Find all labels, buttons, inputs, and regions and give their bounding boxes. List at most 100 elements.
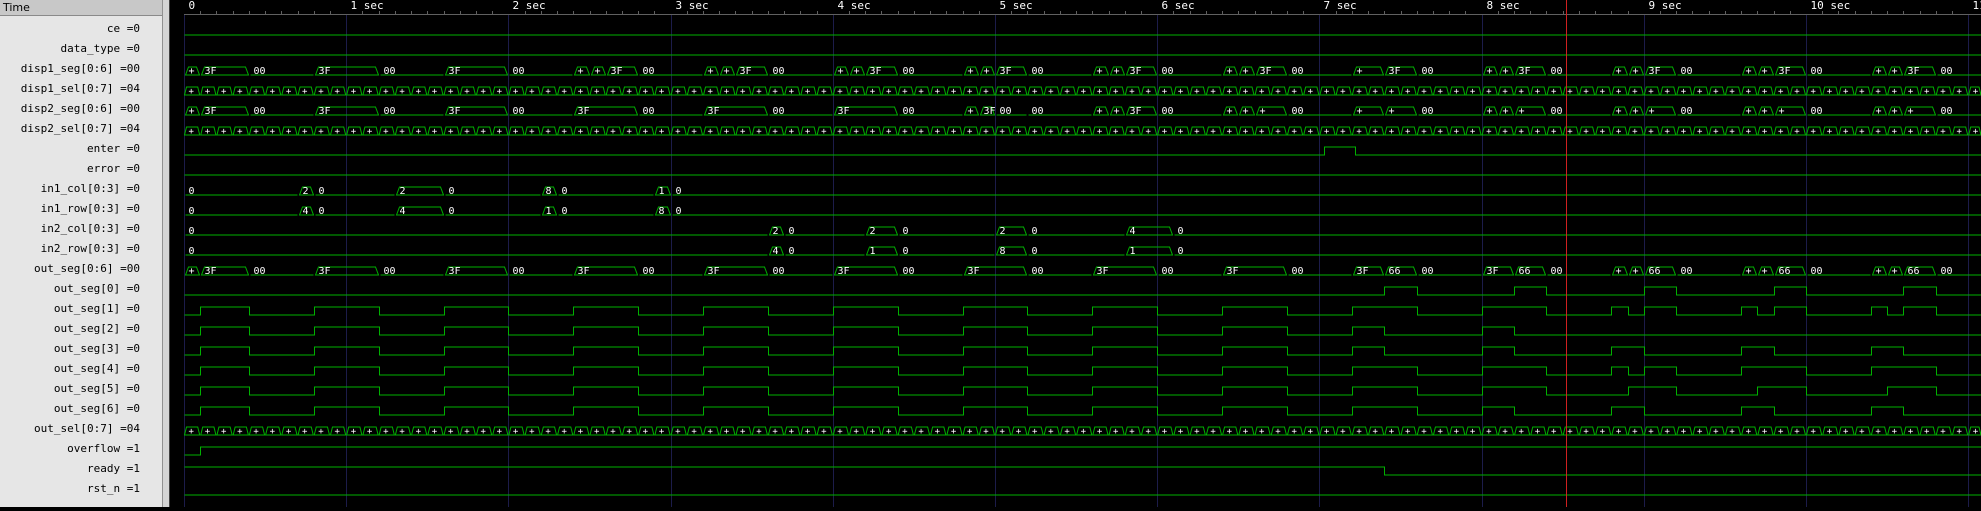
bus-value-label: + — [1243, 87, 1249, 97]
signal-name[interactable]: out_seg[5] =0 — [0, 381, 140, 397]
signal-name[interactable]: out_seg[0:6] =00 — [0, 261, 140, 277]
bus-value-label: + — [302, 427, 308, 437]
bus-value-label: + — [1632, 87, 1638, 97]
signal-name[interactable]: data_type =0 — [0, 41, 140, 57]
waveform-pane[interactable]: 01 sec2 sec3 sec4 sec5 sec6 sec7 sec8 se… — [184, 0, 1981, 507]
bus-value-label: + — [1551, 127, 1557, 137]
signal-name[interactable]: in1_row[0:3] =0 — [0, 201, 140, 217]
bus-value-label: + — [1875, 87, 1881, 97]
bus-value-label: + — [1665, 427, 1671, 437]
bus-value-label: + — [772, 127, 778, 137]
bus-value-label: + — [1291, 87, 1297, 97]
signal-name[interactable]: enter =0 — [0, 141, 140, 157]
signal-name[interactable]: out_seg[0] =0 — [0, 281, 140, 297]
bus-value-label: 3F — [838, 266, 850, 277]
bus-value-label: 00 — [1551, 266, 1563, 277]
waveform-canvas[interactable]: 01 sec2 sec3 sec4 sec5 sec6 sec7 sec8 se… — [184, 0, 1981, 507]
signal-name[interactable]: overflow =1 — [0, 441, 140, 457]
bus-value-label: + — [1000, 127, 1006, 137]
bus-value-label: + — [1778, 87, 1784, 97]
bus-value-label: + — [1340, 87, 1346, 97]
signal-name[interactable]: out_seg[6] =0 — [0, 401, 140, 417]
bus-value-label: + — [1665, 87, 1671, 97]
bus-value-label: + — [1762, 106, 1768, 117]
bus-value-label: 0 — [789, 226, 795, 237]
bus-value-label: + — [1746, 266, 1752, 277]
bus-value-label: + — [1746, 106, 1752, 117]
signal-name[interactable]: ready =1 — [0, 461, 140, 477]
bus-value-label: 00 — [1162, 266, 1174, 277]
bus-value-label: + — [1373, 127, 1379, 137]
signal-name[interactable]: out_seg[3] =0 — [0, 341, 140, 357]
bus-value-label: + — [1194, 127, 1200, 137]
bus-value-label: + — [837, 87, 843, 97]
bus-value-label: + — [756, 87, 762, 97]
bus-value-label: + — [383, 127, 389, 137]
signal-name[interactable]: out_seg[2] =0 — [0, 321, 140, 337]
bus-value-label: + — [1178, 127, 1184, 137]
signal-name[interactable]: in1_col[0:3] =0 — [0, 181, 140, 197]
bus-value-label: + — [1665, 127, 1671, 137]
bus-value-label: + — [854, 427, 860, 437]
bus-value-label: + — [1616, 66, 1622, 77]
bus-value-label: + — [513, 87, 519, 97]
bus-value-label: + — [497, 127, 503, 137]
signal-name[interactable]: in2_row[0:3] =0 — [0, 241, 140, 257]
bus-value-label: + — [432, 127, 438, 137]
bus-value-label: + — [1535, 427, 1541, 437]
pane-splitter[interactable] — [162, 0, 170, 507]
bus-value-label: + — [1162, 87, 1168, 97]
signal-name[interactable]: error =0 — [0, 161, 140, 177]
bus-value-label: + — [1000, 427, 1006, 437]
bus-value-label: + — [1681, 127, 1687, 137]
bus-value-label: + — [886, 87, 892, 97]
bus-value-label: + — [1357, 66, 1363, 77]
bus-value-label: 66 — [1649, 266, 1661, 277]
bus-value-label: + — [1616, 127, 1622, 137]
bus-value-label: 2 — [773, 226, 779, 237]
bus-value-label: + — [1729, 427, 1735, 437]
signal-name[interactable]: out_sel[0:7] =04 — [0, 421, 140, 437]
bus-value-label: + — [1227, 127, 1233, 137]
bus-value-label: + — [1114, 66, 1120, 77]
bus-value-label: + — [383, 87, 389, 97]
bus-value-label: + — [1032, 127, 1038, 137]
bus-value-label: + — [805, 127, 811, 137]
bus-value-label: 00 — [903, 66, 915, 77]
signal-name[interactable]: out_seg[1] =0 — [0, 301, 140, 317]
waveform-trace — [185, 147, 1981, 155]
signal-name[interactable]: in2_col[0:3] =0 — [0, 221, 140, 237]
bus-value-label: 1 — [546, 206, 552, 217]
time-tick-label: 8 sec — [1487, 0, 1520, 12]
bus-value-label: + — [253, 127, 259, 137]
bus-value-label: + — [1956, 87, 1962, 97]
bus-value-label: + — [595, 66, 601, 77]
bus-value-label: 3F — [1130, 66, 1142, 77]
bus-value-label: 00 — [643, 66, 655, 77]
bus-value-label: + — [691, 127, 697, 137]
bus-value-label: 00 — [384, 106, 396, 117]
bus-value-label: + — [1616, 266, 1622, 277]
bus-value-label: + — [1016, 127, 1022, 137]
time-tick-label: 9 sec — [1649, 0, 1682, 12]
bus-value-label: 00 — [1811, 66, 1823, 77]
bus-value-label: 00 — [1681, 266, 1693, 277]
bus-value-label: 00 — [513, 106, 525, 117]
bus-value-label: + — [416, 127, 422, 137]
bus-value-label: + — [626, 87, 632, 97]
bus-value-label: 3F — [1227, 266, 1239, 277]
bus-value-label: + — [1259, 127, 1265, 137]
signal-name[interactable]: disp1_sel[0:7] =04 — [0, 81, 140, 97]
signal-name[interactable]: disp1_seg[0:6] =00 — [0, 61, 140, 77]
signal-name[interactable]: out_seg[4] =0 — [0, 361, 140, 377]
bus-value-label: + — [675, 87, 681, 97]
signal-name[interactable]: rst_n =1 — [0, 481, 140, 497]
signal-name[interactable]: ce =0 — [0, 21, 140, 37]
bus-value-label: + — [1876, 106, 1882, 117]
bus-value-label: + — [1129, 427, 1135, 437]
signal-name[interactable]: disp2_seg[0:6] =00 — [0, 101, 140, 117]
bus-value-label: + — [1908, 106, 1914, 117]
bus-value-label: + — [918, 427, 924, 437]
signal-name[interactable]: disp2_sel[0:7] =04 — [0, 121, 140, 137]
bus-value-label: + — [1178, 427, 1184, 437]
